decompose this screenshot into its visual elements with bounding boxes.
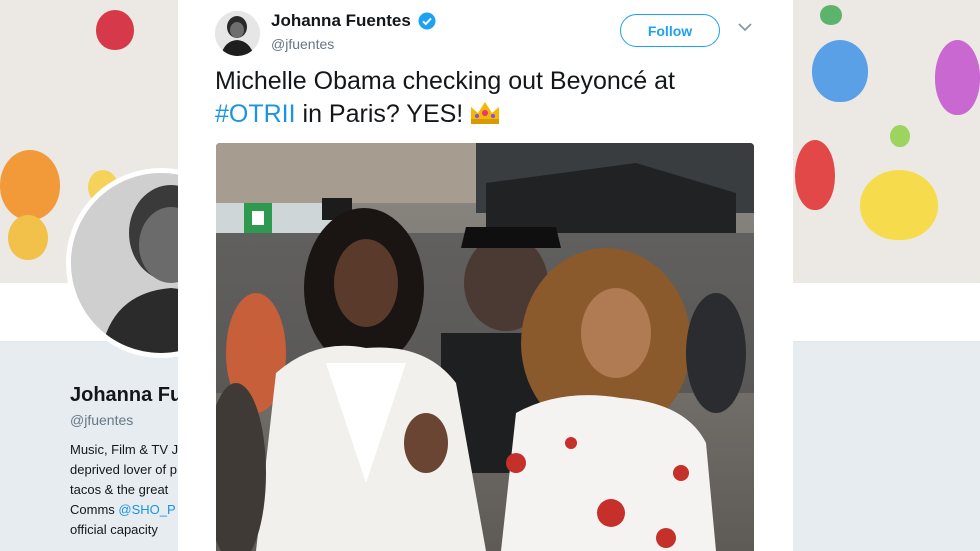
- tweet-photo[interactable]: [216, 143, 754, 551]
- author-avatar[interactable]: [215, 11, 260, 56]
- tweet-text: Michelle Obama checking out Beyoncé at #O…: [215, 65, 755, 131]
- bio-line: deprived lover of p: [70, 462, 177, 477]
- balloon-image: [890, 125, 910, 147]
- follow-button[interactable]: Follow: [620, 14, 720, 47]
- bio-mention-link[interactable]: @SHO_P: [118, 502, 175, 517]
- bio-line: Music, Film & TV J: [70, 442, 178, 457]
- chevron-down-icon[interactable]: [738, 22, 752, 32]
- bio-line: Comms @SHO_P: [70, 500, 178, 520]
- balloon-image: [820, 5, 842, 25]
- author-name[interactable]: Johanna Fuentes: [271, 11, 411, 31]
- concert-photo-image: [216, 143, 754, 551]
- verified-badge-icon: [418, 12, 436, 30]
- balloon-image: [8, 215, 48, 260]
- balloon-image: [812, 40, 868, 102]
- balloon-image: [96, 10, 134, 50]
- balloon-image: [795, 140, 835, 210]
- crown-icon: [471, 102, 500, 124]
- tweet-text-part: Michelle Obama checking out Beyoncé at: [215, 67, 675, 95]
- person-photo-icon: [215, 11, 260, 56]
- profile-bio: Music, Film & TV J deprived lover of p t…: [70, 440, 178, 540]
- tweet-card: Johanna Fuentes @jfuentes Follow Michell…: [178, 0, 793, 551]
- balloon-image: [860, 170, 938, 240]
- bio-line: tacos & the great: [70, 482, 169, 497]
- balloon-image: [0, 150, 60, 220]
- tweet-text-part: in Paris? YES!: [295, 100, 464, 128]
- hashtag-link[interactable]: #OTRII: [215, 100, 296, 128]
- profile-name: Johanna Fu: [70, 384, 178, 406]
- bio-comms-prefix: Comms: [70, 502, 119, 517]
- bio-line: official capacity: [70, 522, 158, 537]
- profile-handle: @jfuentes: [70, 412, 134, 428]
- author-handle[interactable]: @jfuentes: [271, 36, 334, 52]
- balloon-image: [935, 40, 980, 115]
